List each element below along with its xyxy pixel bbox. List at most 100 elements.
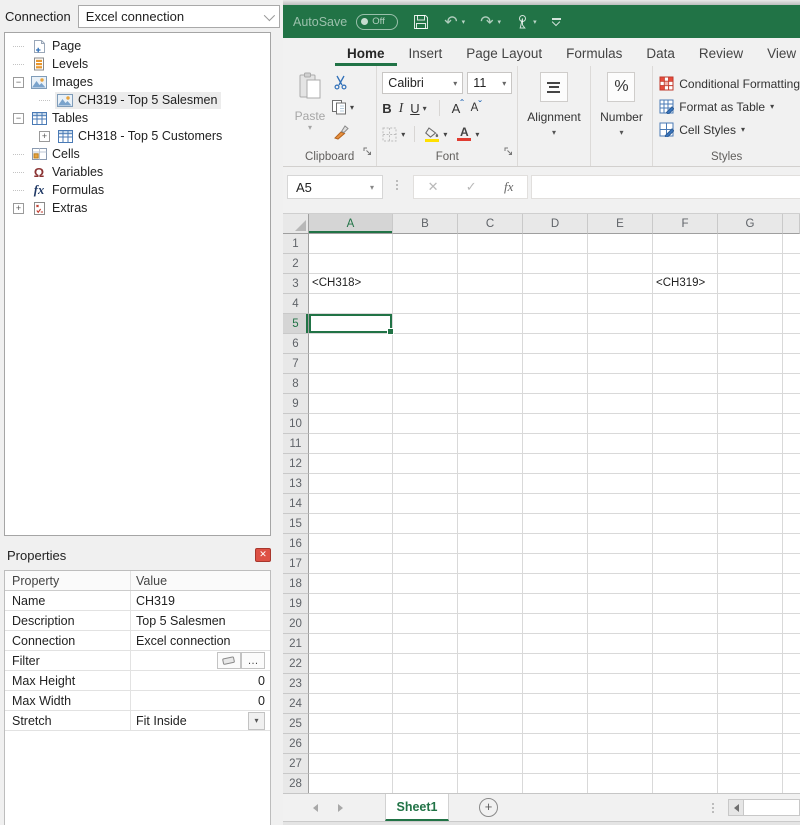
cell[interactable] <box>588 654 653 674</box>
cell[interactable] <box>393 654 458 674</box>
cell[interactable] <box>653 534 718 554</box>
cell[interactable] <box>653 594 718 614</box>
cell[interactable] <box>588 574 653 594</box>
cell[interactable] <box>653 434 718 454</box>
cell[interactable] <box>588 474 653 494</box>
format-painter-button[interactable] <box>333 124 350 140</box>
copy-button[interactable]: ▾ <box>331 99 354 115</box>
paste-button[interactable]: Paste ▾ <box>290 72 330 132</box>
collapse-icon[interactable]: − <box>13 77 24 88</box>
cell[interactable] <box>393 394 458 414</box>
cell[interactable] <box>653 734 718 754</box>
stretch-dropdown-icon[interactable]: ▾ <box>248 712 265 730</box>
cell[interactable] <box>718 634 783 654</box>
cell[interactable] <box>393 434 458 454</box>
cell[interactable] <box>588 314 653 334</box>
tree-item-page[interactable]: Page <box>5 37 270 55</box>
cell[interactable] <box>523 754 588 774</box>
italic-button[interactable]: I <box>399 100 404 116</box>
cell[interactable] <box>523 354 588 374</box>
cell[interactable] <box>523 494 588 514</box>
cell[interactable] <box>783 474 800 494</box>
cell[interactable] <box>309 774 393 794</box>
save-button[interactable] <box>413 14 429 30</box>
cell[interactable] <box>653 474 718 494</box>
row-header-24[interactable]: 24 <box>283 694 309 714</box>
cell[interactable] <box>718 574 783 594</box>
cell[interactable] <box>393 474 458 494</box>
cell[interactable] <box>393 734 458 754</box>
alignment-button[interactable] <box>540 72 568 102</box>
cell[interactable] <box>783 614 800 634</box>
undo-button[interactable]: ↶▾ <box>444 14 465 30</box>
cell[interactable] <box>309 494 393 514</box>
cell[interactable] <box>393 454 458 474</box>
cell[interactable] <box>393 774 458 794</box>
cell-F3[interactable]: <CH319> <box>653 274 718 294</box>
cell[interactable] <box>653 234 718 254</box>
row-header-12[interactable]: 12 <box>283 454 309 474</box>
cancel-icon[interactable]: ✕ <box>428 179 439 195</box>
cell-styles-button[interactable]: Cell Styles ▾ <box>653 118 800 141</box>
cell[interactable] <box>783 734 800 754</box>
cell[interactable] <box>523 474 588 494</box>
cell[interactable] <box>393 374 458 394</box>
scrollbar-thumb[interactable] <box>743 800 799 815</box>
cell[interactable] <box>309 234 393 254</box>
cell[interactable] <box>523 334 588 354</box>
cell[interactable] <box>309 634 393 654</box>
cell[interactable] <box>309 614 393 634</box>
cell[interactable] <box>653 414 718 434</box>
cell[interactable] <box>588 234 653 254</box>
cell[interactable] <box>458 434 523 454</box>
cell-A3[interactable]: <CH318> <box>309 274 393 294</box>
cell[interactable] <box>588 614 653 634</box>
cell[interactable] <box>309 414 393 434</box>
format-as-table-button[interactable]: Format as Table ▾ <box>653 95 800 118</box>
cell[interactable] <box>309 294 393 314</box>
tab-bar-grip[interactable] <box>712 803 714 813</box>
formula-input[interactable] <box>531 175 800 199</box>
autosave-toggle[interactable]: Off <box>356 14 398 30</box>
row-header-6[interactable]: 6 <box>283 334 309 354</box>
cell[interactable] <box>523 314 588 334</box>
property-value[interactable]: 0 <box>131 691 270 710</box>
row-header-15[interactable]: 15 <box>283 514 309 534</box>
cell[interactable] <box>458 314 523 334</box>
enter-icon[interactable]: ✓ <box>466 179 477 195</box>
row-header-3[interactable]: 3 <box>283 274 309 294</box>
cell[interactable] <box>393 414 458 434</box>
row-header-28[interactable]: 28 <box>283 774 309 794</box>
cell[interactable] <box>309 454 393 474</box>
cell[interactable] <box>458 414 523 434</box>
row-header-2[interactable]: 2 <box>283 254 309 274</box>
cell[interactable] <box>309 574 393 594</box>
cell[interactable] <box>393 494 458 514</box>
cell[interactable] <box>718 454 783 474</box>
cell[interactable] <box>523 714 588 734</box>
cell[interactable] <box>588 374 653 394</box>
cell[interactable] <box>393 594 458 614</box>
cell[interactable] <box>458 754 523 774</box>
cell[interactable] <box>718 414 783 434</box>
row-header-11[interactable]: 11 <box>283 434 309 454</box>
row-header-9[interactable]: 9 <box>283 394 309 414</box>
cell[interactable] <box>393 534 458 554</box>
cell[interactable] <box>458 354 523 374</box>
cell[interactable] <box>588 274 653 294</box>
cell[interactable] <box>458 234 523 254</box>
cell[interactable] <box>458 474 523 494</box>
cell[interactable] <box>653 514 718 534</box>
cell[interactable] <box>783 294 800 314</box>
cell[interactable] <box>783 514 800 534</box>
cell[interactable] <box>458 654 523 674</box>
touch-mouse-mode-button[interactable]: ▾ <box>516 14 537 29</box>
cell[interactable] <box>309 334 393 354</box>
font-name-combobox[interactable]: Calibri ▾ <box>382 72 463 94</box>
cell[interactable] <box>393 354 458 374</box>
cell[interactable] <box>309 314 393 334</box>
cell[interactable] <box>523 594 588 614</box>
cell[interactable] <box>458 674 523 694</box>
cell[interactable] <box>588 634 653 654</box>
customize-quick-access-button[interactable] <box>552 18 561 25</box>
